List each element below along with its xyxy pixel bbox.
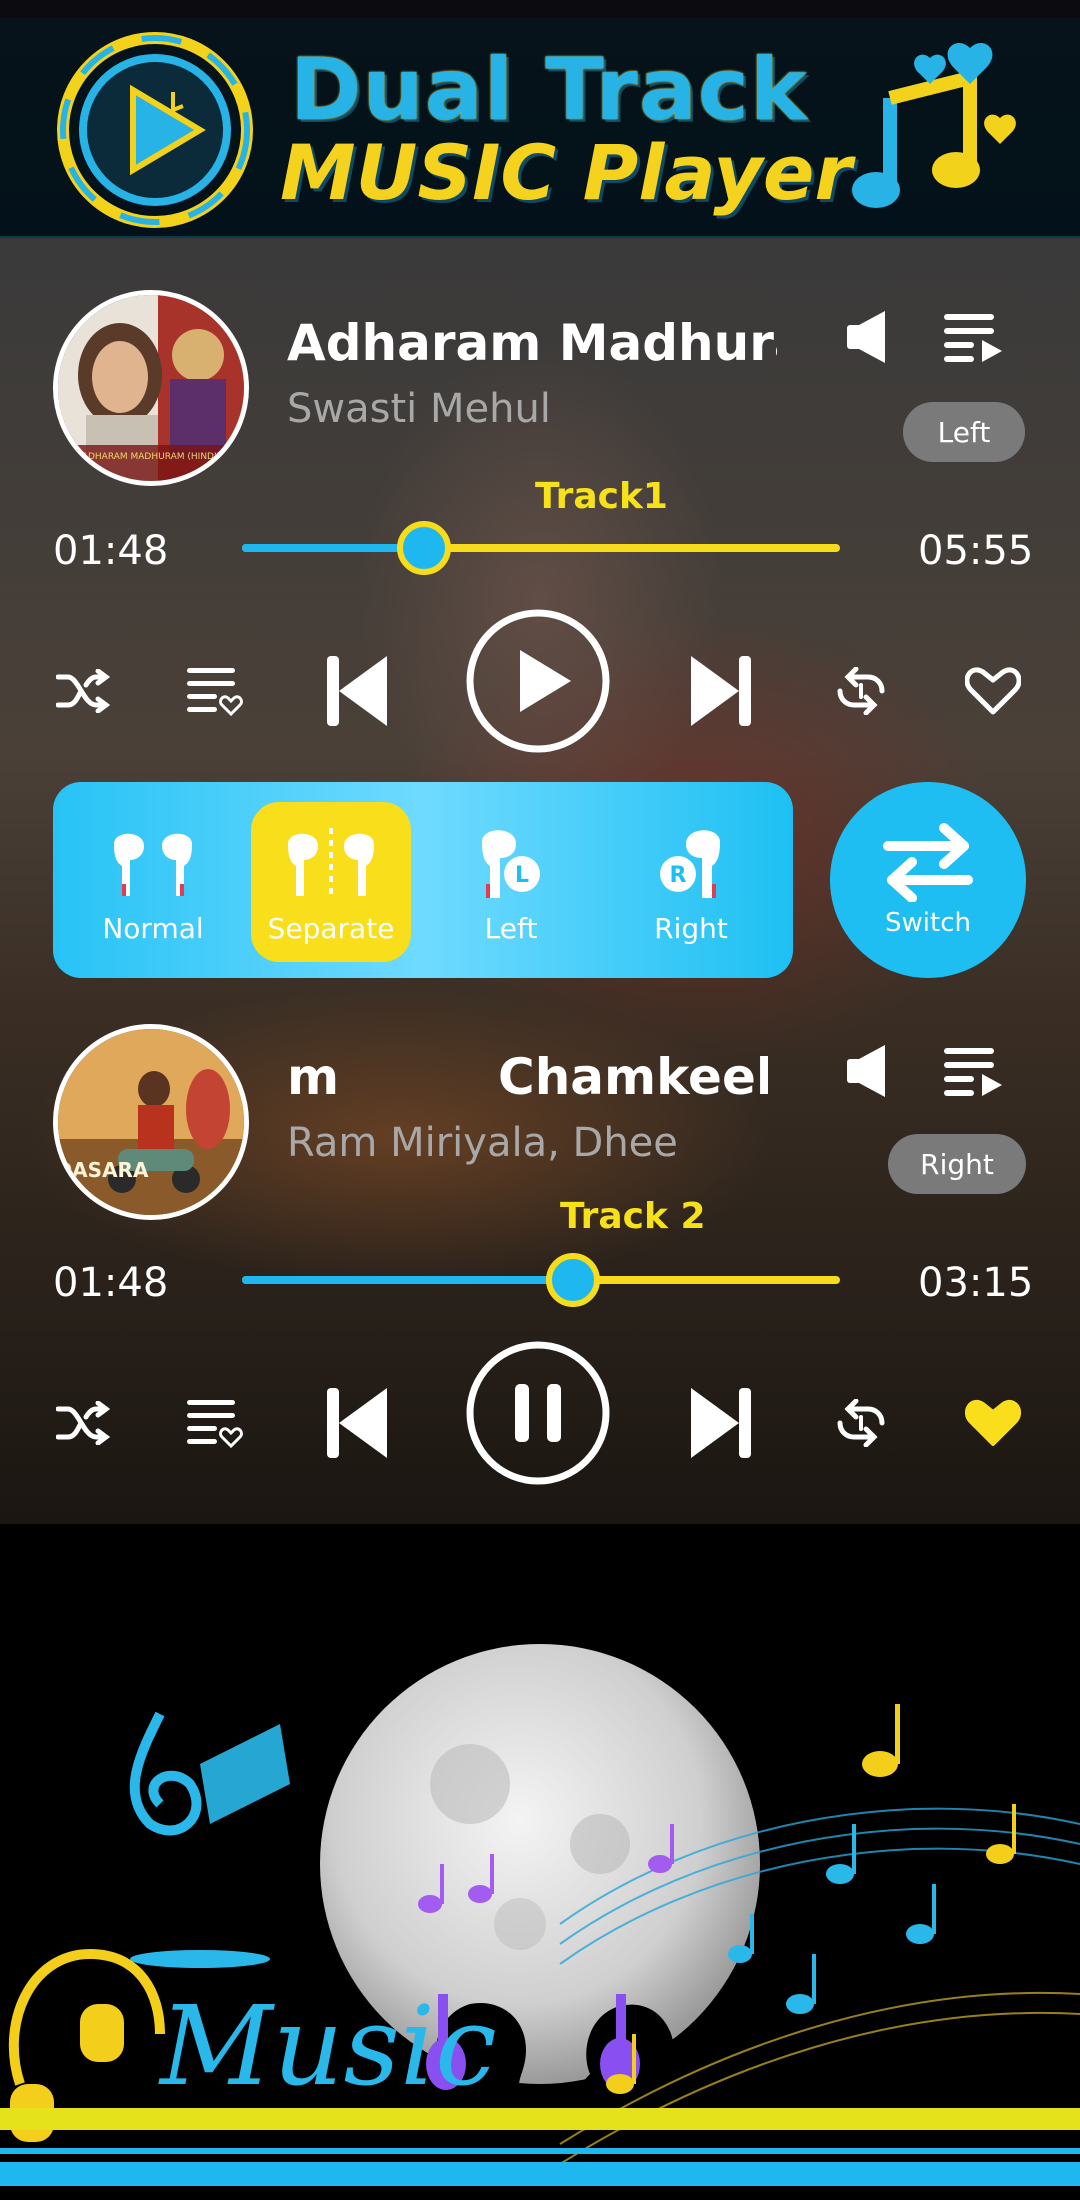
app-title: Dual Track MUSIC Player bbox=[280, 40, 860, 220]
shuffle-icon bbox=[56, 1401, 110, 1445]
track1-album-art[interactable]: ADHARAM MADHURAM (HINDI) bbox=[53, 290, 249, 486]
track1-album-image: ADHARAM MADHURAM (HINDI) bbox=[58, 295, 244, 481]
mode-left-button[interactable]: L Left bbox=[431, 802, 591, 962]
speaker-icon bbox=[847, 1045, 885, 1097]
track2-favorites-list-button[interactable] bbox=[182, 1390, 248, 1456]
skip-previous-icon bbox=[327, 1388, 387, 1458]
track1-label: Track1 bbox=[535, 476, 668, 517]
track2-label: Track 2 bbox=[560, 1196, 706, 1237]
skip-previous-icon bbox=[327, 656, 387, 726]
track2-seekbar[interactable] bbox=[242, 1253, 840, 1307]
earbuds-separate-icon bbox=[288, 828, 374, 898]
track2-channel-badge[interactable]: Right bbox=[888, 1134, 1026, 1194]
shuffle-icon bbox=[56, 669, 110, 713]
track2-artist: Ram Miriyala, Dhee bbox=[287, 1120, 678, 1166]
title-line-1: Dual Track bbox=[290, 40, 808, 140]
track2-elapsed: 01:48 bbox=[53, 1260, 169, 1306]
track1-previous-button[interactable] bbox=[322, 646, 392, 736]
repeat-icon bbox=[837, 1399, 885, 1447]
track2-favorite-button[interactable] bbox=[960, 1390, 1026, 1456]
track2-pause-button[interactable] bbox=[465, 1340, 611, 1486]
track1-shuffle-button[interactable] bbox=[50, 658, 116, 724]
audio-mode-bar: Normal Separate L Left R Right bbox=[53, 782, 793, 978]
svg-text:L: L bbox=[515, 863, 529, 888]
track2-shuffle-button[interactable] bbox=[50, 1390, 116, 1456]
favorites-list-icon bbox=[187, 1400, 243, 1448]
track1-duration: 05:55 bbox=[918, 528, 1034, 574]
track2-playlist-button[interactable] bbox=[940, 1038, 1006, 1104]
track2-volume-button[interactable] bbox=[836, 1038, 902, 1104]
skip-next-icon bbox=[691, 1388, 751, 1458]
heart-outline-icon bbox=[965, 667, 1021, 715]
queue-icon bbox=[944, 314, 1002, 362]
play-logo-icon bbox=[57, 32, 253, 228]
mode-separate-button[interactable]: Separate bbox=[251, 802, 411, 962]
svg-text:Music: Music bbox=[158, 1982, 497, 2110]
seekbar-fill bbox=[242, 1276, 573, 1284]
track1-channel-badge[interactable]: Left bbox=[903, 402, 1025, 462]
track1-seekbar[interactable] bbox=[242, 521, 840, 575]
track1-playlist-button[interactable] bbox=[940, 304, 1006, 370]
moon-silhouette-artwork: Music bbox=[0, 1644, 1080, 2186]
seekbar-thumb[interactable] bbox=[546, 1253, 600, 1307]
track1-favorite-button[interactable] bbox=[960, 658, 1026, 724]
track2-album-image: DASARA bbox=[58, 1029, 244, 1215]
track2-next-button[interactable] bbox=[686, 1378, 756, 1468]
track2-previous-button[interactable] bbox=[322, 1378, 392, 1468]
speaker-icon bbox=[847, 311, 885, 363]
swap-arrows-icon bbox=[883, 823, 973, 902]
svg-text:R: R bbox=[670, 863, 687, 888]
mode-separate-label: Separate bbox=[267, 912, 395, 945]
svg-text:DASARA: DASARA bbox=[58, 1158, 149, 1182]
track1-volume-button[interactable] bbox=[836, 304, 902, 370]
track1-favorites-list-button[interactable] bbox=[182, 658, 248, 724]
mode-normal-button[interactable]: Normal bbox=[73, 802, 233, 962]
favorites-list-icon bbox=[187, 668, 243, 716]
earbuds-icon bbox=[114, 833, 192, 896]
left-earbud-icon: L bbox=[482, 830, 540, 898]
track1-play-button[interactable] bbox=[465, 608, 611, 754]
mode-right-label: Right bbox=[654, 912, 728, 945]
track2-repeat-button[interactable] bbox=[828, 1390, 894, 1456]
play-icon bbox=[466, 609, 610, 753]
player-area: ADHARAM MADHURAM (HINDI) Adharam Madhura… bbox=[0, 238, 1080, 1524]
status-bar bbox=[0, 0, 1080, 18]
seekbar-thumb[interactable] bbox=[397, 521, 451, 575]
mode-left-label: Left bbox=[484, 912, 538, 945]
track1-artist: Swasti Mehul bbox=[287, 386, 551, 432]
queue-icon bbox=[944, 1048, 1002, 1096]
track1-elapsed: 01:48 bbox=[53, 528, 169, 574]
music-notes-icon bbox=[852, 43, 1016, 208]
right-earbud-icon: R bbox=[660, 830, 720, 898]
track2-title: Chamkeela bbox=[498, 1048, 768, 1106]
app-banner: Dual Track MUSIC Player bbox=[0, 18, 1080, 238]
heart-filled-icon bbox=[965, 1400, 1021, 1446]
track1-title: Adharam Madhuram bbox=[287, 314, 777, 372]
mode-normal-label: Normal bbox=[102, 912, 204, 945]
mode-right-button[interactable]: R Right bbox=[611, 802, 771, 962]
track1-repeat-button[interactable] bbox=[828, 658, 894, 724]
title-line-2: MUSIC Player bbox=[280, 128, 852, 217]
repeat-icon bbox=[837, 667, 885, 715]
pause-icon bbox=[466, 1341, 610, 1485]
track1-next-button[interactable] bbox=[686, 646, 756, 736]
switch-button[interactable]: Switch bbox=[830, 782, 1026, 978]
skip-next-icon bbox=[691, 656, 751, 726]
track2-duration: 03:15 bbox=[918, 1260, 1034, 1306]
switch-label: Switch bbox=[885, 908, 971, 938]
track2-title-fragment: m bbox=[287, 1048, 340, 1106]
decorative-artwork: Music bbox=[0, 1524, 1080, 2200]
track2-album-art[interactable]: DASARA bbox=[53, 1024, 249, 1220]
svg-text:ADHARAM MADHURAM (HINDI): ADHARAM MADHURAM (HINDI) bbox=[82, 452, 220, 462]
